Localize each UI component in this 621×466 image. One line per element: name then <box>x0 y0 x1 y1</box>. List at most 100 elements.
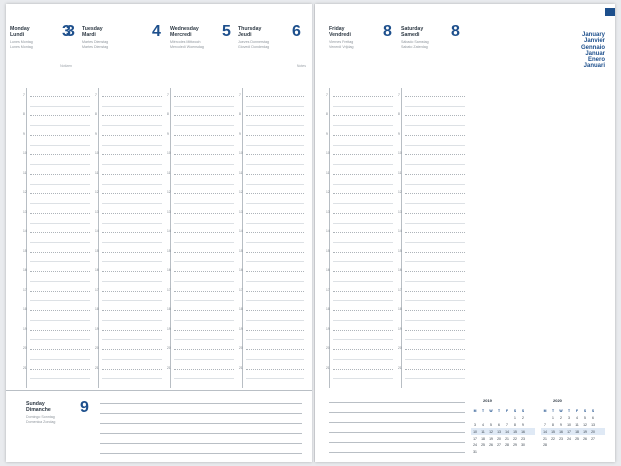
hour-line[interactable] <box>333 164 393 166</box>
hour-line[interactable] <box>405 96 465 97</box>
hour-line[interactable] <box>405 339 465 341</box>
calendar-day[interactable]: 16 <box>557 430 565 434</box>
hour-line[interactable] <box>174 339 234 341</box>
hour-line[interactable] <box>246 232 304 234</box>
calendar-day[interactable]: 20 <box>589 430 597 434</box>
hour-line[interactable] <box>102 280 162 282</box>
calendar-day[interactable]: 1 <box>511 416 519 420</box>
hour-line[interactable] <box>102 222 162 224</box>
hour-line[interactable] <box>174 251 234 253</box>
hour-line[interactable] <box>405 173 465 175</box>
hour-line[interactable] <box>246 310 304 312</box>
calendar-day[interactable]: 8 <box>511 423 519 427</box>
hour-line[interactable] <box>246 212 304 214</box>
hour-line[interactable] <box>102 164 162 166</box>
hour-line[interactable] <box>30 115 90 117</box>
hour-line[interactable] <box>405 319 465 321</box>
hour-line[interactable] <box>30 96 90 97</box>
hour-line[interactable] <box>30 300 90 302</box>
hour-line[interactable] <box>102 105 162 107</box>
calendar-day[interactable]: 27 <box>495 443 503 447</box>
hour-line[interactable] <box>30 349 90 351</box>
hour-line[interactable] <box>174 378 234 380</box>
note-line[interactable] <box>329 442 465 443</box>
calendar-day[interactable]: 25 <box>573 437 581 441</box>
hour-line[interactable] <box>30 329 90 331</box>
hour-line[interactable] <box>102 368 162 370</box>
hour-line[interactable] <box>174 154 234 156</box>
hour-line[interactable] <box>30 212 90 214</box>
hour-line[interactable] <box>30 154 90 156</box>
hour-line[interactable] <box>333 358 393 360</box>
hour-line[interactable] <box>405 203 465 205</box>
hour-line[interactable] <box>30 144 90 146</box>
hour-line[interactable] <box>174 183 234 185</box>
hour-line[interactable] <box>333 300 393 302</box>
hour-line[interactable] <box>102 290 162 292</box>
hour-line[interactable] <box>246 300 304 302</box>
calendar-day[interactable]: 21 <box>503 437 511 441</box>
calendar-day[interactable]: 14 <box>503 430 511 434</box>
hour-line[interactable] <box>333 144 393 146</box>
hour-line[interactable] <box>102 203 162 205</box>
calendar-day[interactable]: 24 <box>565 437 573 441</box>
hour-line[interactable] <box>246 115 304 117</box>
calendar-day[interactable]: 7 <box>541 423 549 427</box>
hour-line[interactable] <box>246 193 304 195</box>
hour-line[interactable] <box>174 329 234 331</box>
hour-line[interactable] <box>405 280 465 282</box>
calendar-day[interactable]: 31 <box>471 450 479 454</box>
calendar-day[interactable]: 25 <box>479 443 487 447</box>
calendar-day[interactable]: 13 <box>495 430 503 434</box>
calendar-day[interactable]: 14 <box>541 430 549 434</box>
hour-line[interactable] <box>102 349 162 351</box>
calendar-day[interactable]: 2 <box>519 416 527 420</box>
hour-line[interactable] <box>174 193 234 195</box>
hour-line[interactable] <box>30 368 90 370</box>
calendar-day[interactable]: 13 <box>589 423 597 427</box>
hour-line[interactable] <box>333 115 393 117</box>
calendar-day[interactable]: 6 <box>589 416 597 420</box>
hour-line[interactable] <box>30 105 90 107</box>
hour-line[interactable] <box>333 368 393 370</box>
calendar-day[interactable]: 18 <box>573 430 581 434</box>
hour-line[interactable] <box>246 203 304 205</box>
hour-line[interactable] <box>405 115 465 117</box>
hour-line[interactable] <box>405 271 465 273</box>
note-line[interactable] <box>100 423 302 424</box>
hour-line[interactable] <box>246 173 304 175</box>
hour-line[interactable] <box>405 368 465 370</box>
hour-line[interactable] <box>102 378 162 380</box>
hour-line[interactable] <box>30 203 90 205</box>
hour-line[interactable] <box>405 358 465 360</box>
hour-line[interactable] <box>102 232 162 234</box>
hour-line[interactable] <box>102 125 162 127</box>
hour-line[interactable] <box>102 319 162 321</box>
hour-line[interactable] <box>246 105 304 107</box>
calendar-day[interactable]: 10 <box>565 423 573 427</box>
hour-line[interactable] <box>246 144 304 146</box>
hour-line[interactable] <box>333 193 393 195</box>
hour-line[interactable] <box>405 349 465 351</box>
note-line[interactable] <box>329 412 465 413</box>
hour-line[interactable] <box>102 329 162 331</box>
hour-line[interactable] <box>246 271 304 273</box>
hour-line[interactable] <box>102 96 162 97</box>
hour-line[interactable] <box>333 290 393 292</box>
hour-line[interactable] <box>102 310 162 312</box>
hour-line[interactable] <box>333 319 393 321</box>
hour-line[interactable] <box>405 212 465 214</box>
hour-line[interactable] <box>246 368 304 370</box>
hour-line[interactable] <box>405 183 465 185</box>
hour-line[interactable] <box>246 251 304 253</box>
hour-line[interactable] <box>174 261 234 263</box>
calendar-day[interactable]: 22 <box>549 437 557 441</box>
calendar-day[interactable]: 17 <box>471 437 479 441</box>
hour-line[interactable] <box>405 242 465 243</box>
hour-line[interactable] <box>246 164 304 166</box>
hour-line[interactable] <box>102 242 162 243</box>
calendar-day[interactable]: 12 <box>581 423 589 427</box>
calendar-day[interactable]: 3 <box>565 416 573 420</box>
calendar-day[interactable]: 18 <box>479 437 487 441</box>
hour-line[interactable] <box>246 319 304 321</box>
